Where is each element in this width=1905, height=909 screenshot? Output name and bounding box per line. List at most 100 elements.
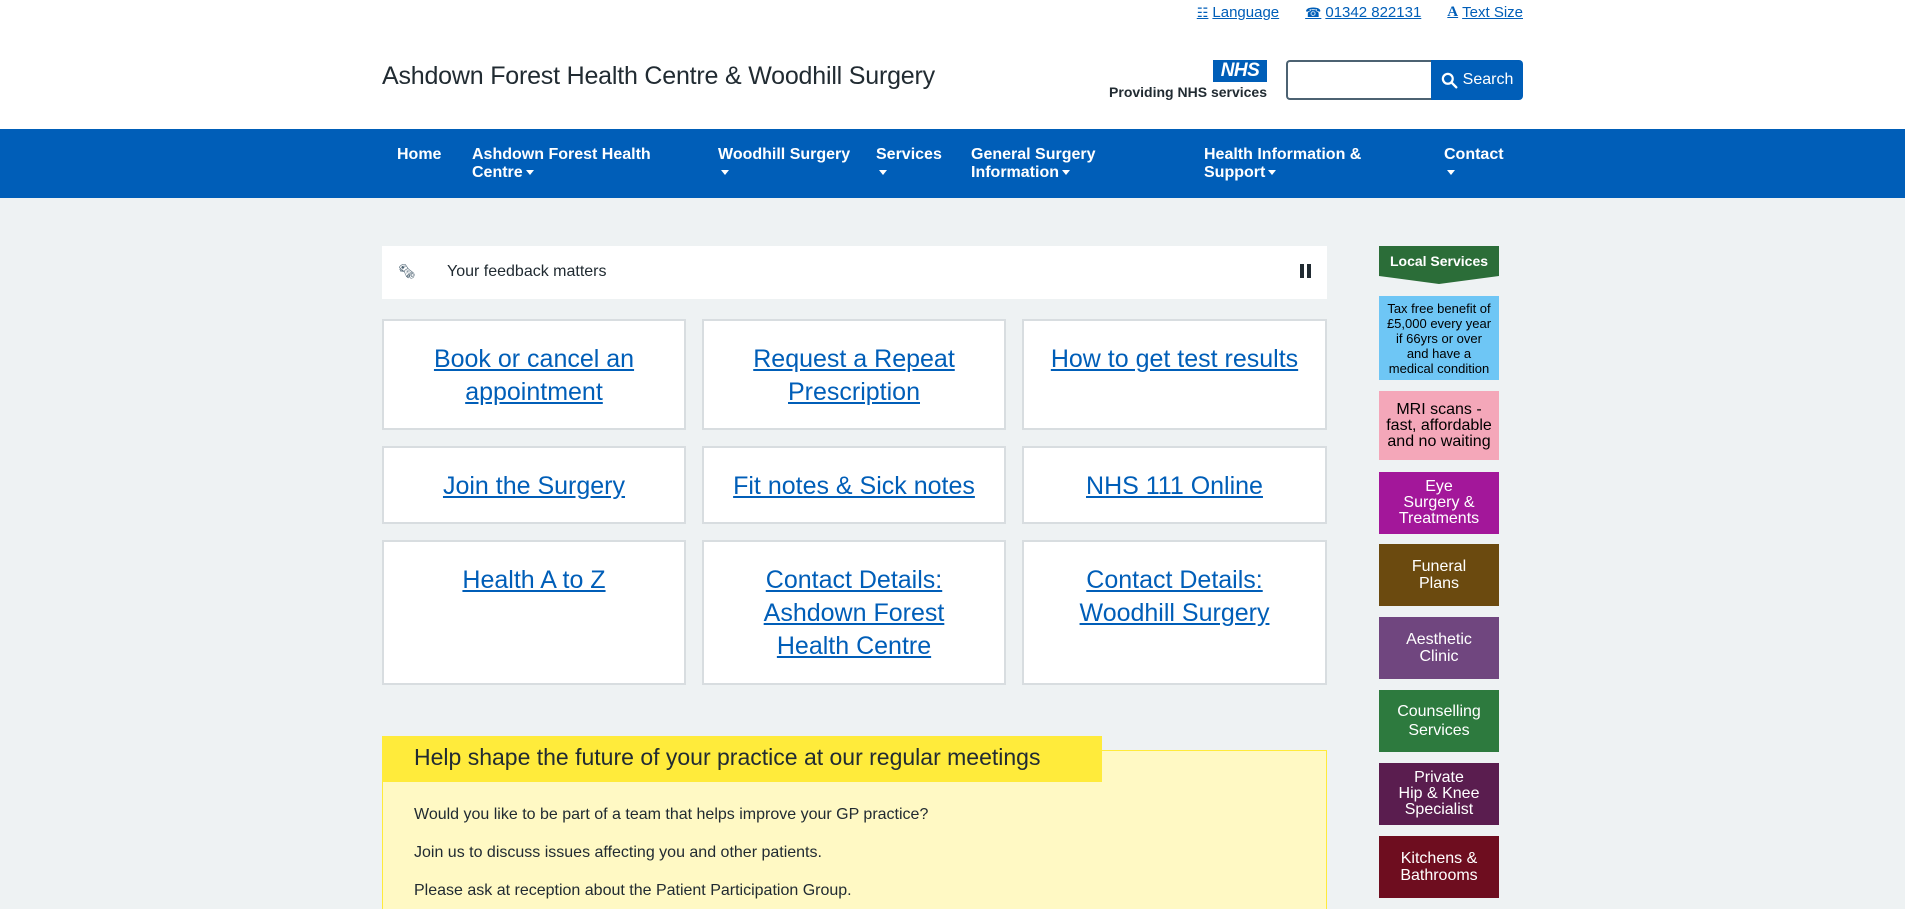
tile-link[interactable]: Health A to Z [462, 566, 605, 594]
nav-label-line2: Centre [472, 164, 523, 181]
ad-line: MRI scans - [1396, 400, 1482, 418]
search-input[interactable] [1286, 60, 1431, 100]
ppg-paragraph: Would you like to be part of a team that… [414, 806, 929, 823]
caret-down-icon [879, 170, 887, 176]
utility-bar: ☷ Language ☎ 01342 822131 A Text Size [1197, 4, 1523, 21]
news-ticker: 🗞︎ Your feedback matters [382, 246, 1327, 299]
ad-line: Treatments [1398, 510, 1480, 527]
ad-line: Tax free benefit of [1387, 300, 1491, 316]
language-label: Language [1212, 4, 1280, 21]
ad-line: and have a [1406, 345, 1472, 361]
nav-label: General Surgery [971, 146, 1096, 163]
search-icon [1441, 72, 1458, 88]
site-title[interactable]: Ashdown Forest Health Centre & Woodhill … [382, 62, 935, 91]
ad-line: Eye [1425, 478, 1453, 495]
translate-icon: ☷ [1196, 4, 1209, 20]
nav-item-health-info[interactable]: Health Information & Support [1204, 146, 1361, 182]
ad-line: medical condition [1388, 360, 1490, 376]
tile-nhs-111[interactable]: NHS 111 Online [1022, 446, 1327, 524]
language-link[interactable]: ☷ Language [1197, 4, 1279, 21]
tile-repeat-prescription[interactable]: Request a Repeat Prescription [702, 319, 1006, 430]
nav-label: Contact [1444, 146, 1504, 163]
caret-down-icon [1062, 170, 1070, 176]
tile-fit-notes[interactable]: Fit notes & Sick notes [702, 446, 1006, 524]
nav-label-line2: Information [971, 164, 1059, 181]
ad-line: Private [1414, 769, 1464, 786]
newspaper-icon: 🗞︎ [398, 263, 416, 279]
phone-link[interactable]: ☎ 01342 822131 [1305, 4, 1421, 21]
search-form: Search [1286, 60, 1523, 100]
ad-line: and no waiting [1387, 432, 1491, 450]
site-header: ☷ Language ☎ 01342 822131 A Text Size As… [0, 0, 1905, 129]
nav-item-general-info[interactable]: General Surgery Information [971, 146, 1096, 182]
nhs-logo: NHS [1213, 60, 1267, 82]
ad-line: Hip & Knee [1398, 785, 1480, 802]
text-size-icon: A [1447, 4, 1459, 20]
ad-funeral-plans[interactable]: Funeral Plans [1379, 544, 1499, 606]
ad-line: Clinic [1419, 648, 1459, 665]
tile-contact-ashdown[interactable]: Contact Details: Ashdown Forest Health C… [702, 540, 1006, 685]
ad-line: £5,000 every year [1386, 315, 1492, 331]
ppg-paragraph: Please ask at reception about the Patien… [414, 882, 852, 899]
tile-contact-woodhill[interactable]: Contact Details: Woodhill Surgery [1022, 540, 1327, 685]
tile-link[interactable]: Join the Surgery [443, 472, 625, 500]
nav-item-woodhill[interactable]: Woodhill Surgery [718, 146, 850, 182]
nhs-tagline: Providing NHS services [1109, 84, 1267, 100]
nav-label: Home [397, 146, 442, 163]
ad-line: Counselling [1397, 703, 1481, 720]
tile-link[interactable]: Fit notes & Sick notes [733, 472, 975, 500]
ad-mri-scans[interactable]: MRI scans - fast, affordable and no wait… [1379, 391, 1499, 460]
ticker-text[interactable]: Your feedback matters [447, 263, 607, 281]
ad-line: if 66yrs or over [1396, 330, 1482, 346]
caret-down-icon [525, 170, 534, 176]
ad-eye-surgery[interactable]: Eye Surgery & Treatments [1379, 472, 1499, 534]
nav-label: Services [876, 146, 942, 163]
ad-tax-free-benefit[interactable]: Tax free benefit of £5,000 every year if… [1379, 296, 1499, 380]
ad-line: Services [1408, 722, 1470, 739]
tile-link[interactable]: Contact Details: Woodhill Surgery [1080, 566, 1270, 627]
caret-down-icon [721, 170, 729, 176]
ad-line: Plans [1418, 575, 1460, 592]
ad-line: fast, affordable [1386, 416, 1492, 434]
nav-label-line2: Support [1204, 164, 1266, 181]
search-button-label: Search [1462, 71, 1514, 88]
ad-line: Specialist [1404, 801, 1474, 818]
ad-line: Kitchens & [1400, 850, 1478, 867]
tile-link[interactable]: Book or cancel an appointment [434, 345, 634, 406]
nav-item-ashdown-forest[interactable]: Ashdown Forest Health Centre [472, 146, 651, 182]
ppg-heading: Help shape the future of your practice a… [382, 736, 1102, 782]
nav-item-home[interactable]: Home [397, 146, 441, 164]
tile-link[interactable]: Request a Repeat Prescription [753, 345, 955, 406]
pause-icon[interactable] [1300, 264, 1311, 278]
phone-icon: ☎ [1305, 4, 1322, 20]
ad-counselling[interactable]: Counselling Services [1379, 690, 1499, 752]
ad-kitchens-bathrooms[interactable]: Kitchens & Bathrooms [1379, 836, 1499, 898]
nav-label: Woodhill Surgery [718, 146, 851, 163]
nhs-branding: NHS Providing NHS services [1105, 60, 1267, 102]
local-services-heading: Local Services [1379, 246, 1499, 284]
nav-label: Ashdown Forest Health [472, 146, 651, 163]
tile-book-appointment[interactable]: Book or cancel an appointment [382, 319, 686, 430]
tile-link[interactable]: Contact Details: Ashdown Forest Health C… [764, 566, 945, 660]
caret-down-icon [1268, 170, 1277, 176]
nav-item-contact[interactable]: Contact [1444, 146, 1504, 182]
ad-aesthetic-clinic[interactable]: Aesthetic Clinic [1379, 617, 1499, 679]
ad-line: Aesthetic [1406, 631, 1472, 648]
tile-link[interactable]: NHS 111 Online [1086, 472, 1263, 500]
nav-label: Health Information & [1204, 146, 1362, 163]
ad-hip-knee[interactable]: Private Hip & Knee Specialist [1379, 763, 1499, 825]
ad-line: Surgery & [1403, 494, 1475, 511]
text-size-link[interactable]: A Text Size [1447, 4, 1523, 21]
main-nav: Home Ashdown Forest Health Centre Woodhi… [0, 129, 1905, 198]
tile-health-a-to-z[interactable]: Health A to Z [382, 540, 686, 685]
search-button[interactable]: Search [1431, 60, 1523, 100]
tile-link[interactable]: How to get test results [1051, 345, 1298, 373]
nav-item-services[interactable]: Services [876, 146, 942, 182]
tile-test-results[interactable]: How to get test results [1022, 319, 1327, 430]
text-size-label: Text Size [1462, 4, 1523, 21]
ppg-paragraph: Join us to discuss issues affecting you … [414, 844, 822, 861]
caret-down-icon [1447, 170, 1455, 176]
ad-line: Bathrooms [1400, 867, 1478, 884]
phone-label: 01342 822131 [1325, 4, 1422, 21]
tile-join-surgery[interactable]: Join the Surgery [382, 446, 686, 524]
